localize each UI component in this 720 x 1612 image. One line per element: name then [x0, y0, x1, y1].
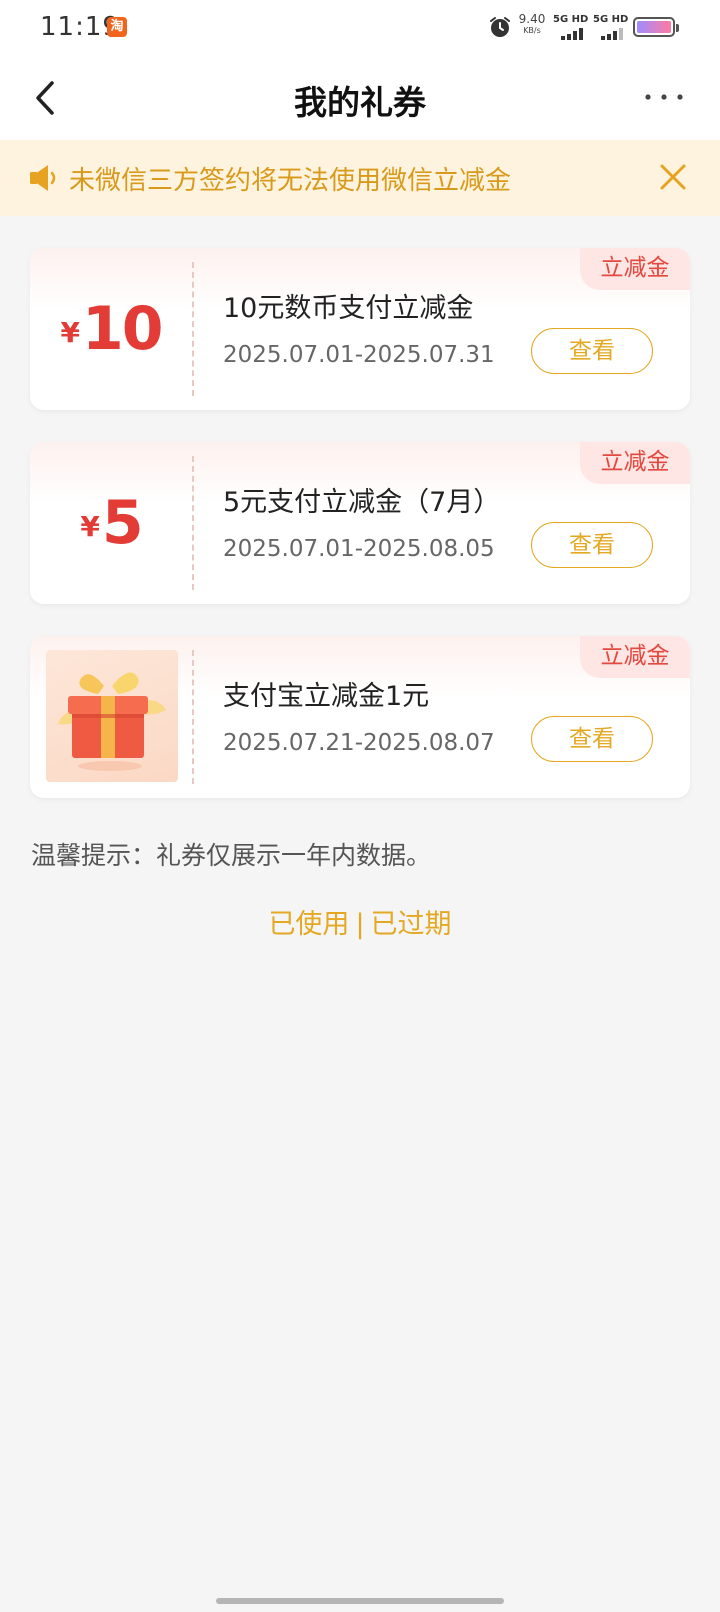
page-title: 我的礼券	[294, 83, 426, 122]
alarm-clock-icon	[490, 17, 510, 37]
network-speed-unit: KB/s	[523, 26, 541, 35]
coupon-name: 支付宝立减金1元	[223, 681, 430, 712]
taobao-notification-icon: 淘	[107, 17, 127, 37]
gift-box-icon	[58, 672, 166, 771]
network-speed-value: 9.40	[518, 12, 546, 26]
coupon-tag: 立减金	[580, 442, 690, 484]
coupon-amount: ¥ 5	[30, 442, 192, 604]
status-bar: 11:19 淘 9.40 KB/s 5G HD 5G HD	[0, 0, 720, 56]
notice-text: 未微信三方签约将无法使用微信立减金	[69, 166, 512, 196]
coupon-divider	[192, 650, 194, 784]
home-indicator[interactable]	[216, 1598, 504, 1604]
coupon-tag: 立减金	[580, 248, 690, 290]
link-separator: |	[355, 909, 365, 940]
speaker-icon	[30, 165, 56, 191]
coupon-date: 2025.07.01-2025.07.31	[223, 342, 495, 368]
coupon-name: 10元数币支付立减金	[223, 293, 474, 324]
coupon-tag: 立减金	[580, 636, 690, 678]
tip-text: 温馨提示：礼券仅展示一年内数据。	[31, 841, 432, 870]
network-speed: 9.40 KB/s	[517, 12, 547, 36]
notice-banner: 未微信三方签约将无法使用微信立减金	[0, 140, 720, 216]
sim1-signal-bars-icon	[561, 28, 593, 40]
coupon-card[interactable]: 立减金 ¥ 10 10元数币支付立减金 2025.07.01-2025.07.3…	[30, 248, 690, 410]
sim2-signal: 5G HD	[593, 14, 633, 40]
battery-icon	[633, 17, 679, 37]
more-options-icon[interactable]	[640, 82, 688, 112]
expired-coupons-link[interactable]: 已过期	[371, 902, 452, 941]
currency-symbol: ¥	[80, 509, 100, 543]
coupon-name: 5元支付立减金（7月）	[223, 487, 501, 518]
coupon-divider	[192, 262, 194, 396]
close-icon[interactable]	[656, 160, 690, 194]
history-links: 已使用 | 已过期	[0, 902, 720, 941]
coupon-date: 2025.07.21-2025.08.07	[223, 730, 495, 756]
navigation-bar: 我的礼券	[0, 56, 720, 140]
currency-symbol: ¥	[60, 315, 80, 349]
sim2-signal-bars-icon	[601, 28, 633, 40]
view-button[interactable]: 查看	[531, 328, 653, 374]
view-button[interactable]: 查看	[531, 522, 653, 568]
coupon-amount: ¥ 10	[30, 248, 192, 410]
view-button[interactable]: 查看	[531, 716, 653, 762]
sim1-label: 5G HD	[553, 14, 589, 25]
sim2-label: 5G HD	[593, 14, 629, 25]
coupon-card[interactable]: 立减金 支付宝立减金1元 2025.07.21-2025.08.07 查看	[30, 636, 690, 798]
coupon-divider	[192, 456, 194, 590]
amount-value: 10	[81, 294, 163, 364]
used-coupons-link[interactable]: 已使用	[268, 902, 349, 941]
coupon-date: 2025.07.01-2025.08.05	[223, 536, 495, 562]
gift-box-image	[46, 650, 178, 782]
amount-value: 5	[101, 488, 144, 558]
sim1-signal: 5G HD	[553, 14, 593, 40]
coupon-card[interactable]: 立减金 ¥ 5 5元支付立减金（7月） 2025.07.01-2025.08.0…	[30, 442, 690, 604]
